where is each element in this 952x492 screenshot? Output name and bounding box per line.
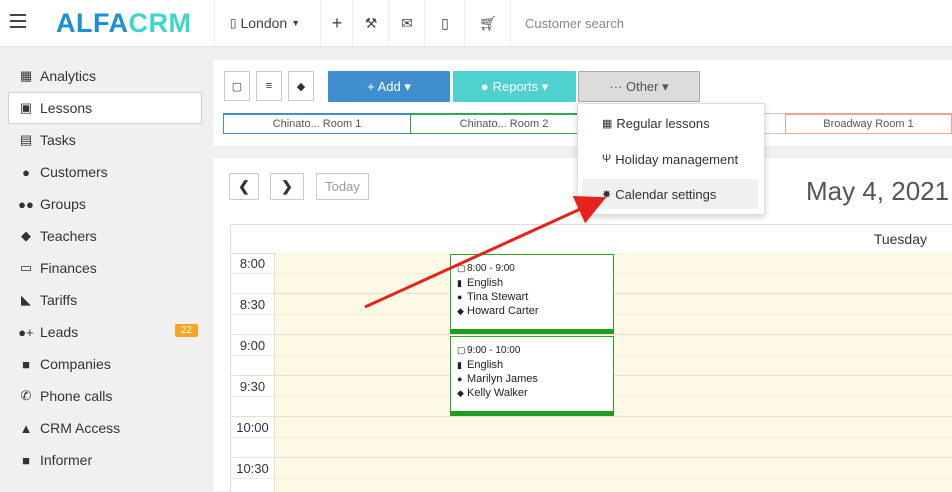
annotation-arrow — [364, 196, 607, 309]
